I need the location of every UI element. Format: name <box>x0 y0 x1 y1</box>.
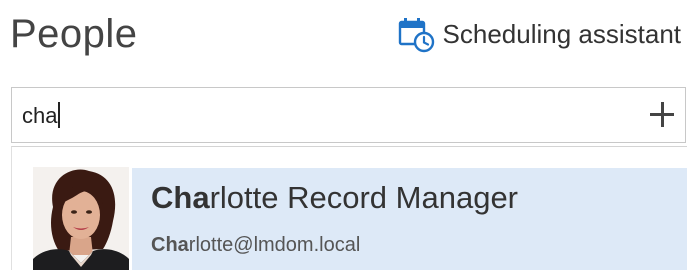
text-caret <box>58 102 60 128</box>
name-rest-text: rlotte Record Manager <box>209 180 519 215</box>
people-search-box: cha <box>11 87 686 143</box>
page-title: People <box>10 12 138 56</box>
add-person-button[interactable] <box>647 100 677 130</box>
avatar <box>33 167 129 270</box>
search-input-value: cha <box>22 103 58 128</box>
scheduling-assistant-button[interactable]: Scheduling assistant <box>397 14 681 54</box>
name-match-text: Cha <box>151 180 210 215</box>
email-match-text: Cha <box>151 234 189 256</box>
suggestion-email: Charlotte@lmdom.local <box>151 232 360 258</box>
scheduling-assistant-label: Scheduling assistant <box>442 19 681 49</box>
people-panel: People Scheduling assistant cha Charlott… <box>0 0 687 270</box>
suggestion-name[interactable]: Charlotte Record Manager <box>151 178 518 218</box>
calendar-clock-icon <box>397 15 435 53</box>
people-search-input[interactable]: cha <box>22 102 60 130</box>
email-rest-text: rlotte@lmdom.local <box>188 234 361 256</box>
people-header: People Scheduling assistant <box>0 0 687 70</box>
